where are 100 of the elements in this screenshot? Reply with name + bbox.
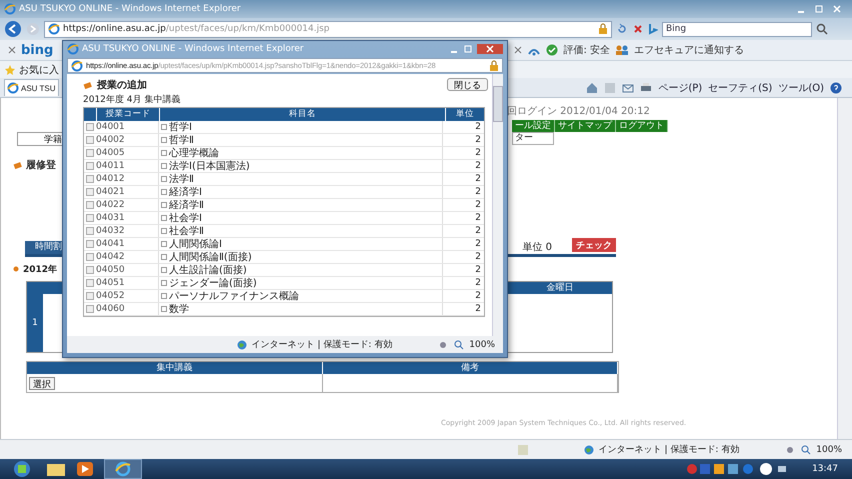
credits-text: 単位 0 [522,241,552,254]
nav-link[interactable]: ログアウト [616,120,668,132]
mail-icon[interactable] [622,82,634,94]
zone-icon [516,444,529,456]
menu-item[interactable]: ツール(O) [778,80,824,94]
search-field[interactable]: Bing [662,22,812,36]
credit-value: 2 [474,251,482,263]
last-login-text: 回ログイン 2012/01/04 20:12 [507,106,650,117]
checkbox[interactable] [86,123,94,131]
zoom-level[interactable]: 100% [816,444,842,454]
home-icon[interactable] [586,82,598,94]
document-icon [161,150,167,156]
document-icon [161,124,167,130]
document-icon [161,189,167,195]
checkbox[interactable] [86,240,94,248]
course-name: 人間関係論Ⅰ [169,238,222,250]
ie-icon [67,43,79,55]
refresh-icon[interactable] [616,23,628,35]
course-code: 04005 [96,147,126,159]
check-button[interactable]: チェック [572,238,616,252]
maximize-icon[interactable] [814,4,824,14]
star-icon[interactable] [4,64,16,76]
folder-icon[interactable] [46,461,66,477]
checkbox[interactable] [86,162,94,170]
course-code: 04032 [96,225,126,237]
checkbox[interactable] [86,253,94,261]
term-subtitle: 2012年度 4月 集中講義 [83,94,182,107]
close-button[interactable]: 閉じる [447,78,488,91]
checkbox[interactable] [86,136,94,144]
stop-icon[interactable] [632,23,644,35]
course-code: 04060 [96,303,126,315]
checkbox[interactable] [86,201,94,209]
printer-icon[interactable] [640,82,652,94]
menu-item[interactable]: ター [512,132,554,145]
bullet-icon [13,266,19,272]
scroll-thumb[interactable] [493,86,503,122]
favorites-button[interactable]: お気に入 [19,62,59,76]
checkbox[interactable] [86,214,94,222]
credit-value: 2 [474,186,482,198]
forward-icon[interactable] [26,22,40,36]
taskbar-button[interactable] [104,459,142,479]
globe-icon [236,340,247,350]
menu-item[interactable]: ページ(P) [658,80,702,94]
window-title: ASU TSUKYO ONLINE - Windows Internet Explorer [19,4,241,14]
credit-value: 2 [474,225,482,237]
course-name: 法学Ⅱ [169,172,194,186]
zoom-icon[interactable] [454,340,464,350]
window-title: ASU TSUKYO ONLINE - Windows Internet Explorer [82,44,304,54]
nav-link[interactable]: サイトマップ [555,120,616,132]
scrollbar[interactable] [837,98,852,439]
pencil-icon [13,160,23,170]
close-icon[interactable] [8,46,16,54]
notify-link[interactable]: エフセキュアに通知する [634,43,744,57]
course-code: 04001 [96,121,126,133]
checkbox[interactable] [86,292,94,300]
document-icon [161,306,167,312]
menu-button[interactable]: 学籍 [17,132,63,146]
zoom-level[interactable]: 100% [469,340,495,350]
security-zone-text: インターネット | 保護モード: 有効 [598,444,740,456]
document-icon [161,254,167,260]
close-icon[interactable] [514,46,522,54]
help-icon[interactable] [830,82,842,94]
menu-item[interactable]: セーフティ(S) [708,80,772,94]
document-icon [161,267,167,273]
select-button[interactable]: 選択 [29,376,55,390]
document-icon [161,215,167,221]
browser-tab[interactable]: ASU TSU [4,79,59,96]
popup-heading: 授業の追加 [97,78,147,92]
feed-icon[interactable] [604,82,616,94]
ie-icon [71,60,83,72]
checkbox[interactable] [86,188,94,196]
document-icon [161,137,167,143]
term-label: 2012年 [23,264,58,276]
course-name: パーソナルファイナンス概論 [169,290,299,302]
back-icon[interactable] [4,20,22,38]
checkbox[interactable] [86,279,94,287]
window-controls[interactable] [449,44,503,54]
bing-logo[interactable]: bing [21,42,54,58]
column-header: 科目名 [159,108,445,121]
search-icon[interactable] [816,23,828,35]
scrollbar[interactable] [492,74,503,336]
zoom-icon[interactable] [801,444,812,454]
document-icon [161,293,167,299]
checkbox[interactable] [86,175,94,183]
maximize-icon[interactable] [463,44,473,54]
credit-value: 2 [474,173,482,185]
document-icon [161,228,167,234]
checkbox[interactable] [86,266,94,274]
checkbox[interactable] [86,149,94,157]
course-code: 04041 [96,238,126,250]
document-icon [161,280,167,286]
course-name: 人生設計論(面接) [169,264,247,276]
rating-label[interactable]: 評価: 安全 [563,43,610,57]
media-icon[interactable] [76,461,94,477]
checkbox[interactable] [86,305,94,313]
lock-icon [598,23,608,35]
address-field[interactable]: https://online.asu.ac.jp/uptest/faces/up/km/Kmb000014.jsp [44,20,612,38]
credit-value: 2 [474,277,482,289]
checkbox[interactable] [86,227,94,235]
course-code: 04051 [96,277,126,289]
